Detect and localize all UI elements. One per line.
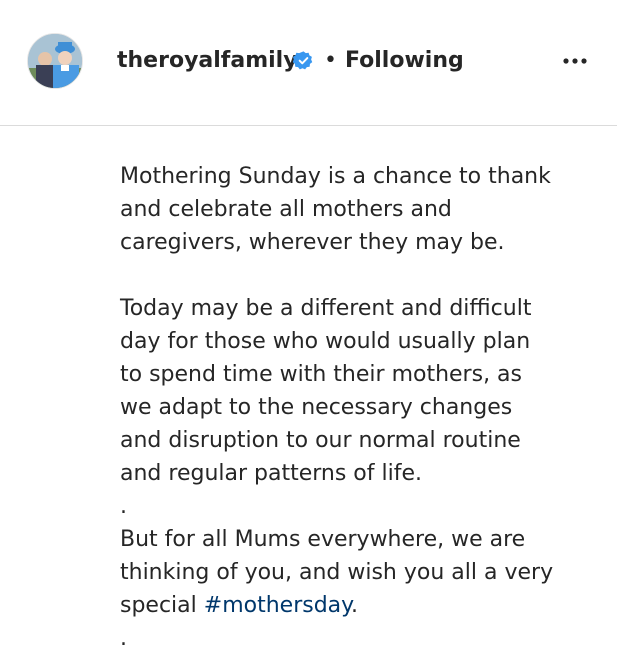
caption-line: and disruption to our normal routine xyxy=(120,428,521,453)
avatar-photo xyxy=(28,34,82,88)
post-caption: Mothering Sunday is a chance to thank an… xyxy=(120,160,590,655)
caption-line: Today may be a different and difficult xyxy=(120,296,532,321)
caption-text: special xyxy=(120,593,204,618)
caption-line: But for all Mums everywhere, we are xyxy=(120,527,526,552)
caption-line: we adapt to the necessary changes xyxy=(120,395,513,420)
caption-line: caregivers, wherever they may be. xyxy=(120,230,505,255)
username-link[interactable]: theroyalfamily xyxy=(117,46,298,76)
caption-dot: . xyxy=(120,626,127,651)
caption-line: day for those who would usually plan xyxy=(120,329,531,354)
verified-badge-icon xyxy=(293,51,313,70)
caption-text: . xyxy=(351,593,359,618)
caption-line: and celebrate all mothers and xyxy=(120,197,452,222)
hashtag-link[interactable]: #mothersday xyxy=(204,593,351,618)
caption-line: and regular patterns of life. xyxy=(120,461,423,486)
following-button[interactable]: Following xyxy=(345,46,464,76)
caption-line: thinking of you, and wish you all a very xyxy=(120,560,554,585)
caption-line-last: special #mothersday. xyxy=(120,589,590,622)
separator-dot: • xyxy=(324,48,337,73)
profile-avatar[interactable] xyxy=(27,33,83,89)
post-header: theroyalfamily • Following xyxy=(0,0,617,126)
caption-line: Mothering Sunday is a chance to thank xyxy=(120,164,551,189)
more-options-icon[interactable] xyxy=(560,52,590,70)
caption-dot: . xyxy=(120,494,127,519)
caption-line: to spend time with their mothers, as xyxy=(120,362,522,387)
